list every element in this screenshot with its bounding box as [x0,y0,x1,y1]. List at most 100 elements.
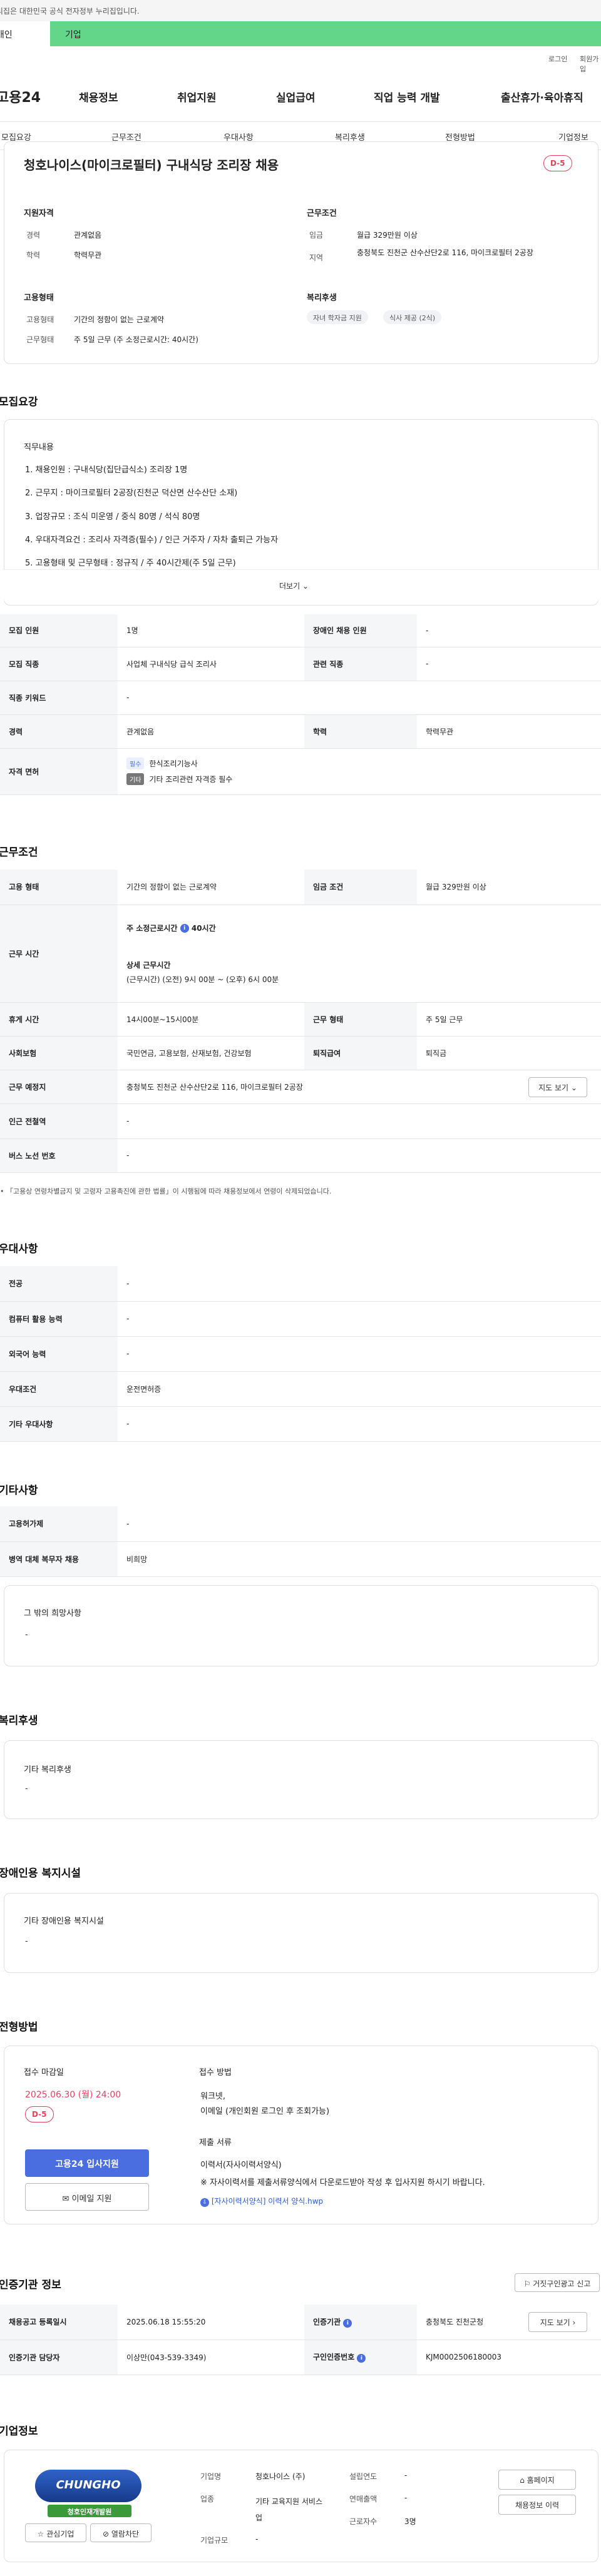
welfare-section-title: 복리후생 [0,1715,38,1727]
table-row: 사회보험 국민연금, 고용보험, 산재보험, 건강보험 퇴직급여 퇴직금 [0,1036,601,1070]
cell-label: 우대조건 [0,1371,118,1407]
welfare-title: 복리후생 [307,293,337,303]
cell-label: 장애인 채용 인원 [304,614,417,647]
info-icon[interactable]: i [357,2354,366,2363]
star-icon: ☆ [37,2530,44,2538]
cell-label: 모집 직종 [0,647,118,681]
deadline-label: 접수 마감일 [24,2068,64,2077]
cell-label: 학력 [304,714,417,749]
license-name: 기타 조리관련 자격증 필수 [149,775,233,784]
founded-value: - [404,2471,408,2480]
cell-value: 국민연금, 고용보험, 산재보험, 건강보험 [118,1036,304,1070]
cell-value: 기간의 정함이 없는 근로계약 [118,870,304,905]
cell-value: - [118,1103,601,1139]
gnb-jobs[interactable]: 채용정보 [79,89,118,104]
cell-value: - [417,647,601,681]
cell-value: - [118,1336,601,1372]
block-icon: ⊘ [102,2530,110,2538]
duty-line: 1. 채용인원 : 구내식당(집단급식소) 조리장 1명 [25,465,188,475]
table-row: 모집 직종 사업체 구내식당 급식 조리사 관련 직종 - [0,647,601,681]
gnb-unemployment[interactable]: 실업급여 [276,89,316,104]
cell-value: KJM0002506180003 [417,2340,601,2375]
cell-label: 임금 조건 [304,870,417,905]
license-name: 한식조리기능사 [149,759,198,768]
cell-label: 병역 대체 복무자 채용 [0,1541,118,1577]
industry-label: 업종 [200,2495,215,2503]
table-row: 외국어 능력 - [0,1336,601,1372]
region-label: 지역 [309,253,324,262]
cell-value: 사업체 구내식당 급식 조리사 [118,647,304,681]
cell-value: - [118,1266,601,1302]
org-map-button[interactable]: 지도 보기 › [528,2312,587,2332]
career-value: 관계없음 [74,231,102,240]
table-row: 채용공고 등록일시 2025.06.18 15:55:20 인증기관 i 충청북… [0,2305,601,2340]
cell-label: 자격 면허 [0,748,118,795]
resume-form-link[interactable]: ⇩ [자사이력서양식] 이력서 양식.hwp [200,2196,323,2207]
homepage-button[interactable]: ⌂ 홈페이지 [498,2470,576,2490]
cell-value: 비희망 [118,1541,601,1577]
table-row: 병역 대체 복무자 채용 비희망 [0,1541,601,1577]
login-link[interactable]: 로그인 [548,54,567,64]
apply-button[interactable]: 고용24 입사지원 [25,2149,149,2177]
gov-banner: 이 누리집은 대한민국 공식 전자정부 누리집입니다. [0,0,601,21]
false-ad-report-button[interactable]: ⚐ 거짓구인광고 신고 [515,2273,600,2292]
table-row: 휴게 시간 14시00분~15시00분 근무 형태 주 5일 근무 [0,1002,601,1037]
gnb-training[interactable]: 직업 능력 개발 [374,89,440,104]
company-logo: CHUNGHO [35,2470,141,2502]
emptype-label: 고용형태 [26,315,54,324]
info-icon[interactable]: i [180,924,189,933]
welfare-chip: 자녀 학자금 지원 [307,310,368,324]
email-apply-button[interactable]: ✉ 이메일 지원 [25,2183,149,2211]
gnb-support[interactable]: 취업지원 [177,89,217,104]
info-icon[interactable]: i [343,2318,352,2328]
table-row: 인근 전철역 - [0,1103,601,1139]
duty-line: 3. 업장규모 : 조식 미운영 / 중식 80명 / 석식 80명 [25,512,200,522]
company-logo-sub: 청호인재개발원 [48,2505,131,2517]
gnb-leave[interactable]: 출산휴가·육아휴직 [501,89,583,104]
table-row: 우대조건 운전면허증 [0,1371,601,1407]
table-row: 고용허가제 - [0,1506,601,1542]
recruit-table: 모집 인원 1명 장애인 채용 인원 - 모집 직종 사업체 구내식당 급식 조… [0,614,601,795]
favorite-company-button[interactable]: ☆ 관심기업 [25,2523,86,2542]
etc-table: 고용허가제 - 병역 대체 복무자 채용 비희망 [0,1506,601,1577]
job-history-button[interactable]: 채용정보 이력 [498,2495,576,2515]
tab-personal[interactable]: 개인 [0,21,50,46]
duty-line: 2. 근무지 : 마이크로필터 2공장(진천군 덕산면 산수산단 소재) [25,489,238,498]
more-button[interactable]: 더보기 ⌄ [279,581,309,591]
join-link[interactable]: 회원가입 [580,54,601,74]
edu-value: 학력무관 [74,251,102,260]
table-row: 인증기관 담당자 이상만(043-539-3349) 구인인증번호 i KJM0… [0,2340,601,2375]
tab-company[interactable]: 기업 [50,21,601,46]
mail-icon: ✉ [62,2194,69,2204]
cell-label: 채용공고 등록일시 [0,2305,118,2340]
table-row: 자격 면허 필수 한식조리기능사 기타 기타 조리관련 자격증 필수 [0,748,601,795]
hours-cell: 주 소정근로시간 i 40시간 상세 근무시간 (근무시간) (오전) 9시 0… [118,905,601,1003]
cell-label: 모집 인원 [0,614,118,647]
docs-line: 이력서(자사이력서양식) [200,2161,282,2170]
cell-value: 관계없음 [118,714,304,749]
disability-card [4,1893,598,1973]
sales-value: - [404,2493,408,2502]
scale-label: 기업규모 [200,2536,229,2545]
cell-label: 버스 노선 번호 [0,1138,118,1173]
age-law-note: • 「고용상 연령차별금지 및 고령자 고용촉진에 관한 법률」이 시행됨에 따… [0,1187,332,1195]
table-row: 고용 형태 기간의 정함이 없는 근로계약 임금 조건 월급 329만원 이상 [0,870,601,905]
dday-badge: D-5 [543,155,572,171]
org-cell: 충청북도 진천군청 지도 보기 › [417,2305,601,2340]
cell-value: 운전면허증 [118,1371,601,1407]
cell-label: 컴퓨터 활용 능력 [0,1301,118,1337]
worktype-label: 근무형태 [26,335,54,344]
site-logo[interactable]: 고용24 [0,86,41,106]
cell-value: - [118,681,601,715]
cell-label: 외국어 능력 [0,1336,118,1372]
cell-label: 근무 시간 [0,905,118,1003]
company-name-value: 청호나이스 (주) [255,2472,306,2481]
home-icon: ⌂ [520,2476,525,2485]
map-button[interactable]: 지도 보기 ⌄ [528,1077,587,1097]
staff-value: 3명 [404,2517,416,2526]
wish-title: 그 밖의 희망사항 [24,1609,81,1618]
block-company-button[interactable]: ⊘ 열람차단 [90,2523,152,2542]
cell-label: 직종 키워드 [0,681,118,715]
cell-label: 인증기관 i [304,2305,417,2340]
staff-label: 근로자수 [349,2517,378,2526]
